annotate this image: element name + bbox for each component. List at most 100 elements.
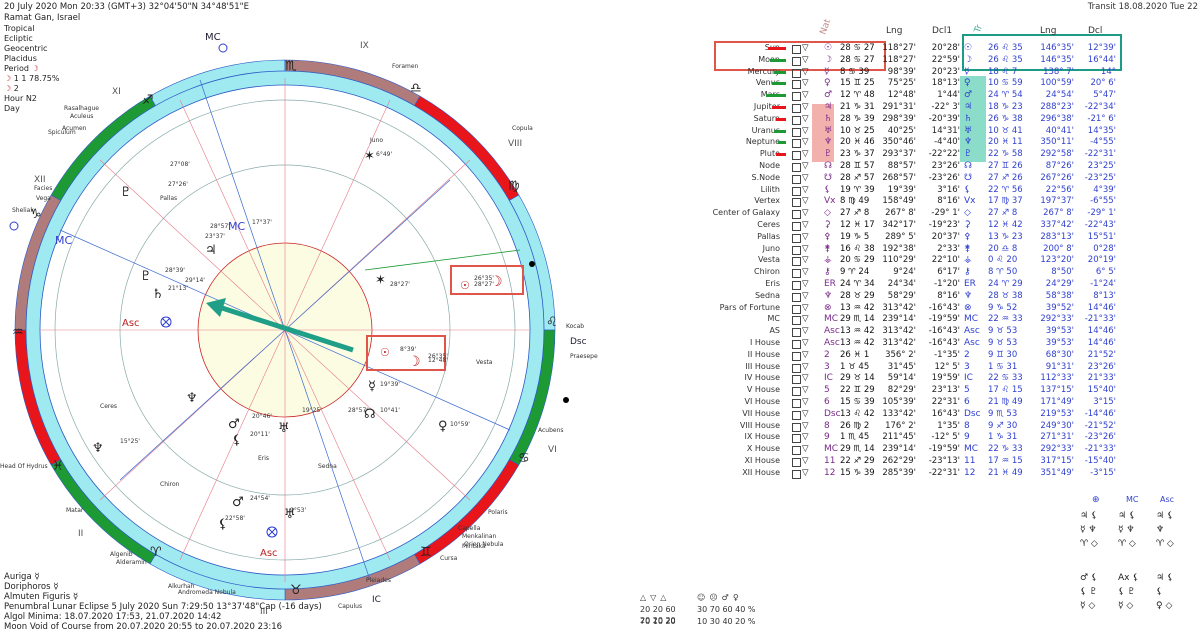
chart-wheel[interactable]: MC IC Dsc Asc IX VIII VI XI XII II III ♏… — [0, 0, 640, 630]
transit-dcl: -23°25' — [1084, 172, 1116, 183]
triangle-icon: ▽ — [802, 444, 809, 455]
row-name: Pars of Fortune — [719, 302, 780, 312]
strength-bar — [770, 58, 786, 62]
checkbox-icon[interactable] — [792, 92, 801, 102]
house-number-ii: II — [78, 529, 83, 539]
checkbox-icon[interactable] — [792, 292, 801, 302]
natal-dcl: 12° 5' — [934, 361, 960, 372]
checkbox-icon[interactable] — [792, 210, 801, 220]
checkbox-icon[interactable] — [792, 434, 801, 444]
checkbox-icon[interactable] — [792, 269, 801, 279]
checkbox-icon[interactable] — [792, 56, 801, 66]
transit-position: 26 ♑ 38 — [988, 113, 1023, 124]
natal-position: 29 ♏ 14 — [840, 444, 875, 455]
checkbox-icon[interactable] — [792, 139, 801, 149]
checkbox-icon[interactable] — [792, 127, 801, 137]
transit-glyph: Dsc — [964, 408, 981, 419]
row-name: Sun — [662, 42, 780, 54]
svg-text:⚸ ♇: ⚸ ♇ — [1080, 587, 1098, 597]
svg-text:☿ ◇: ☿ ◇ — [1080, 601, 1095, 611]
sun-natal-icon: ☉ — [380, 346, 390, 359]
transit-position: 21 ♍ 49 — [988, 397, 1023, 407]
transit-glyph: ♇ — [964, 149, 973, 160]
checkbox-icon[interactable] — [792, 458, 801, 467]
row-name: I House — [750, 338, 780, 347]
checkbox-icon[interactable] — [792, 340, 801, 349]
transit-lng: 271°31' — [1040, 432, 1074, 443]
natal-lng: 239°14' — [882, 444, 916, 455]
checkbox-icon[interactable] — [792, 281, 801, 290]
checkbox-icon[interactable] — [792, 257, 801, 267]
checkbox-icon[interactable] — [792, 375, 801, 385]
natal-dcl: 22°10' — [931, 255, 960, 266]
natal-dcl: 2°33' — [937, 243, 960, 254]
transit-glyph: ⚵ — [964, 243, 971, 254]
checkbox-icon[interactable] — [792, 80, 801, 90]
transit-glyph: ◇ — [964, 208, 971, 219]
natal-position: 23 ♑ 37 — [840, 149, 875, 160]
checkbox-icon[interactable] — [792, 410, 801, 420]
star-label: Sheliak — [12, 207, 34, 214]
transit-glyph: ♆ — [964, 137, 973, 148]
transit-dcl: -29° 1' — [1087, 208, 1116, 219]
natal-dcl: -22°31' — [928, 467, 960, 478]
checkbox-icon[interactable] — [792, 446, 801, 456]
row-name: Node — [759, 161, 780, 170]
checkbox-icon[interactable] — [792, 316, 801, 326]
checkbox-icon[interactable] — [792, 399, 801, 408]
strength-bar — [772, 82, 786, 86]
checkbox-icon[interactable] — [792, 68, 801, 78]
planet-glyph: ☋ — [824, 172, 832, 183]
transit-lng: 292°33' — [1040, 314, 1074, 325]
planet-glyph: ♂ — [824, 90, 833, 101]
transit-position: 22 ♒ 33 — [988, 314, 1023, 325]
natal-lng: 40°25' — [887, 125, 916, 136]
transit-dcl: 14°46' — [1087, 326, 1116, 337]
checkbox-icon[interactable] — [792, 186, 801, 196]
star-label: Vesta — [476, 359, 493, 366]
checkbox-icon[interactable] — [792, 387, 801, 397]
checkbox-icon[interactable] — [792, 104, 801, 113]
checkbox-icon[interactable] — [792, 45, 801, 54]
natal-position: 20 ♓ 46 — [840, 137, 875, 148]
checkbox-icon[interactable] — [792, 351, 801, 361]
checkbox-icon[interactable] — [792, 328, 801, 338]
transit-lng: 8°50' — [1051, 267, 1074, 278]
checkbox-icon[interactable] — [792, 233, 801, 243]
checkbox-icon[interactable] — [792, 198, 801, 208]
star-label: Algenib — [110, 551, 133, 558]
planet-glyph: 11 — [824, 456, 836, 466]
transit-dcl: -21°33' — [1084, 314, 1116, 325]
transit-dcl: -21°33' — [1084, 444, 1116, 455]
natal-position: 19 ♈ 39 — [840, 184, 875, 195]
checkbox-icon[interactable] — [792, 363, 801, 373]
natal-position: 28 ♉ 29 — [840, 290, 875, 301]
checkbox-icon[interactable] — [792, 245, 801, 255]
checkbox-icon[interactable] — [792, 304, 801, 314]
checkbox-icon[interactable] — [792, 174, 801, 184]
transit-glyph: Asc — [964, 326, 980, 337]
natal-dcl: 16°43' — [931, 408, 960, 419]
natal-lng: 158°49' — [882, 196, 916, 207]
ic-label: IC — [372, 595, 381, 605]
natal-position: 22 ♐ 29 — [840, 456, 875, 466]
natal-dcl: 19°59' — [931, 373, 960, 384]
checkbox-icon[interactable] — [792, 151, 801, 161]
uranus-icon: ♅ — [278, 421, 290, 436]
natal-lng: 342°17' — [882, 220, 916, 230]
checkbox-icon[interactable] — [792, 115, 801, 125]
natal-position: 26 ♓ 1 — [840, 349, 870, 360]
natal-dcl: -23°13' — [928, 456, 960, 466]
transit-glyph: ♂ — [964, 90, 973, 101]
degree-label: 9°53' — [290, 507, 306, 514]
transit-position: 22 ♑ 58 — [988, 149, 1023, 160]
transit-glyph: ER — [964, 279, 976, 289]
checkbox-icon[interactable] — [792, 469, 801, 479]
transit-dcl: 21°52' — [1087, 349, 1116, 360]
checkbox-icon[interactable] — [792, 163, 801, 172]
checkbox-icon[interactable] — [792, 222, 801, 231]
juno-inner-icon: ✶ — [375, 273, 386, 288]
checkbox-icon[interactable] — [792, 422, 801, 432]
planet-glyph: 6 — [824, 397, 830, 407]
star-label: Orion Nebula — [464, 541, 504, 548]
